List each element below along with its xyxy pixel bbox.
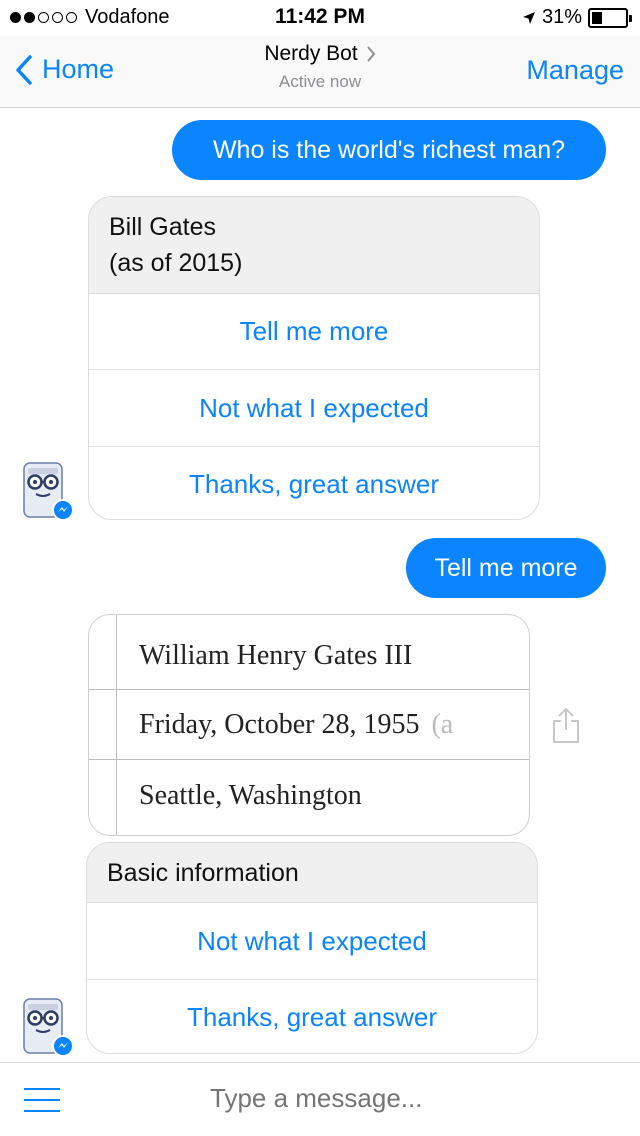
thanks-button[interactable]: Thanks, great answer (89, 447, 539, 519)
full-name-row: William Henry Gates III (139, 640, 413, 671)
not-expected-button[interactable]: Not what I expected (87, 903, 537, 980)
bot-info-card: Basic information Not what I expected Th… (86, 842, 538, 1054)
menu-icon[interactable] (24, 1088, 60, 1114)
bot-answer-card: Bill Gates (as of 2015) Tell me more Not… (88, 196, 540, 520)
card-header: Basic information (87, 843, 537, 903)
bot-avatar-icon[interactable] (20, 996, 78, 1058)
location-arrow-icon (522, 11, 535, 24)
battery-icon (588, 7, 632, 28)
manage-button[interactable]: Manage (526, 55, 624, 86)
status-right: 31% (522, 6, 632, 29)
thanks-button[interactable]: Thanks, great answer (87, 980, 537, 1053)
composer-bar (0, 1062, 640, 1136)
info-image-card[interactable]: William Henry Gates III Friday, October … (88, 614, 530, 836)
answer-line: (as of 2015) (109, 249, 243, 277)
battery-percent: 31% (541, 6, 582, 28)
conversation-title: Nerdy Bot (264, 42, 358, 65)
nav-bar: Home Nerdy Bot Active now Manage (0, 36, 640, 108)
status-bar: Vodafone 11:42 PM 31% (0, 0, 640, 36)
message-input[interactable] (210, 1083, 610, 1114)
answer-text: Bill Gates (as of 2015) (89, 197, 539, 294)
not-expected-button[interactable]: Not what I expected (89, 370, 539, 447)
chevron-right-icon (366, 46, 376, 62)
tell-me-more-button[interactable]: Tell me more (89, 294, 539, 370)
truncated-suffix: (a (431, 709, 454, 740)
birthplace-row: Seattle, Washington (139, 780, 362, 811)
birth-date-row: Friday, October 28, 1955 (a (89, 691, 529, 759)
bot-avatar-icon[interactable] (20, 460, 78, 522)
birth-date-text: Friday, October 28, 1955 (139, 709, 420, 740)
share-icon[interactable] (550, 706, 582, 744)
outgoing-message: Tell me more (406, 538, 606, 598)
outgoing-message: Who is the world's richest man? (172, 120, 606, 180)
answer-line: Bill Gates (109, 213, 216, 241)
